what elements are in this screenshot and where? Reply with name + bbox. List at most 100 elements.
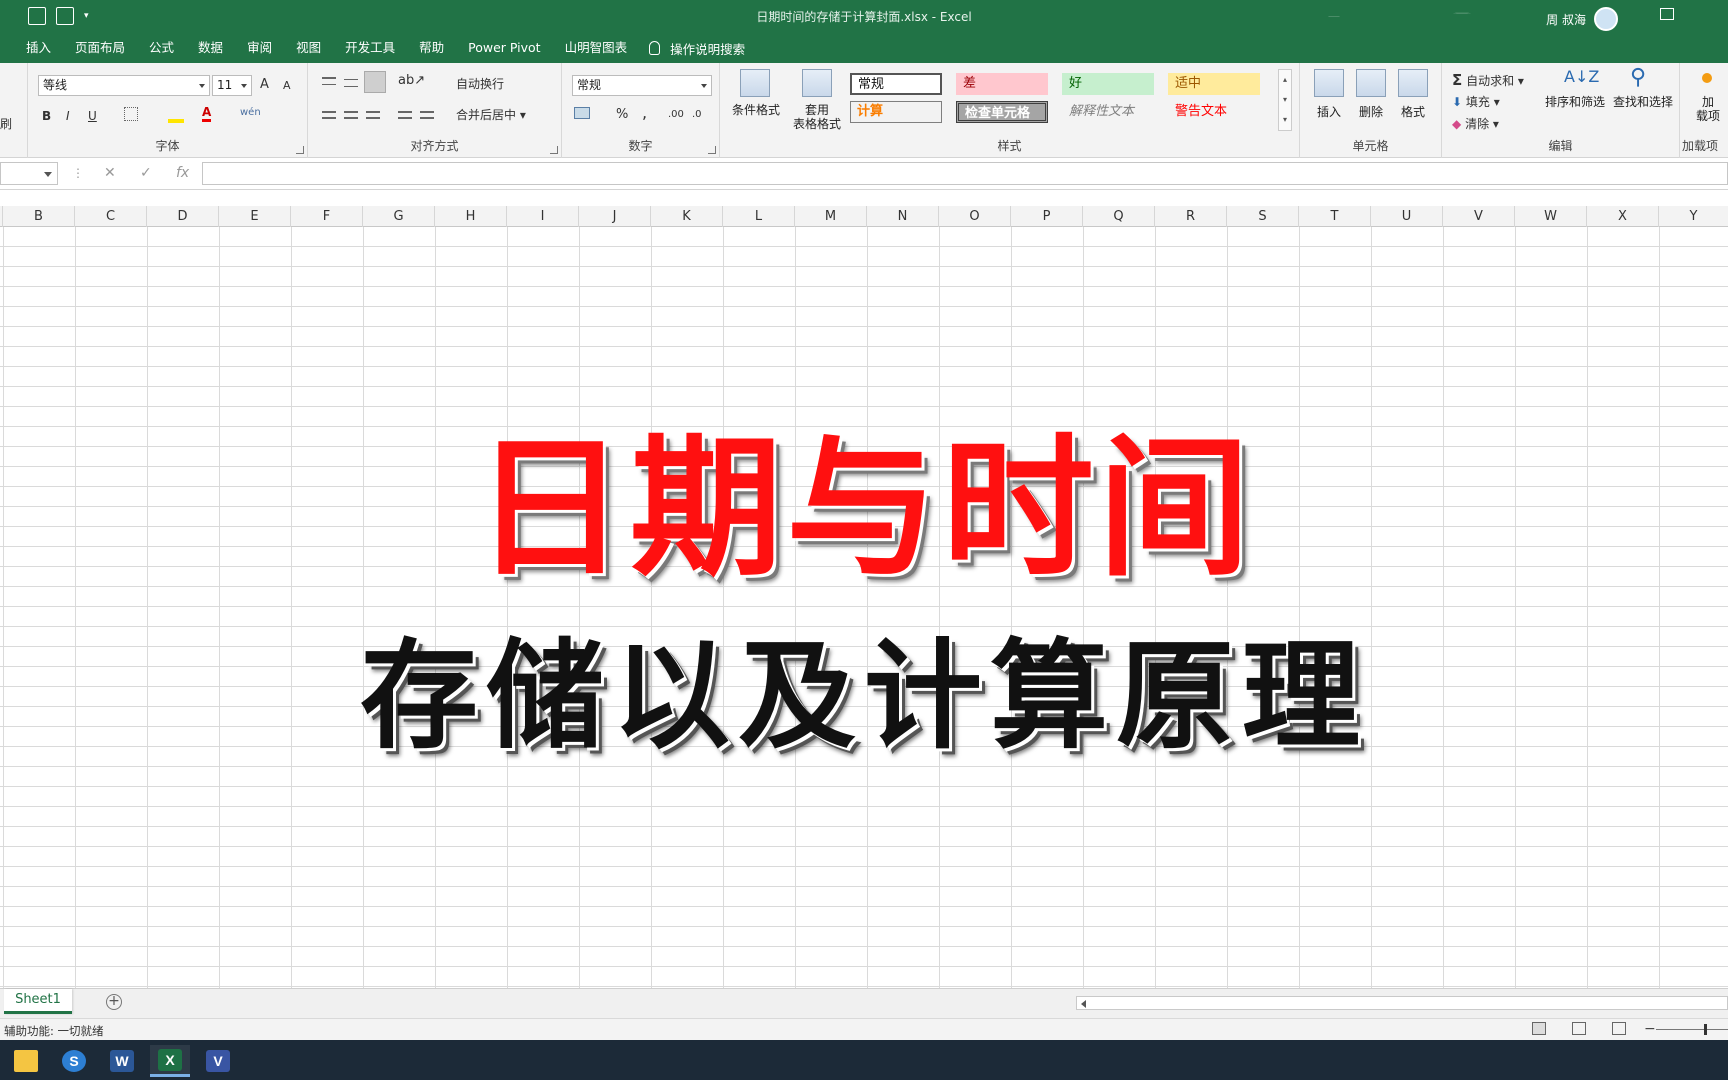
- align-left-icon[interactable]: [322, 107, 336, 119]
- tab-power-pivot[interactable]: Power Pivot: [456, 33, 552, 63]
- top-align-icon[interactable]: [322, 77, 336, 85]
- tab-developer[interactable]: 开发工具: [333, 33, 407, 63]
- confirm-entry-button[interactable]: ✓: [140, 165, 152, 181]
- ribbon-display-options-icon[interactable]: [1660, 8, 1674, 20]
- taskbar-visio[interactable]: V: [198, 1045, 238, 1077]
- tab-formulas[interactable]: 公式: [137, 33, 186, 63]
- taskbar-word[interactable]: W: [102, 1045, 142, 1077]
- normal-view-icon[interactable]: [1532, 1022, 1546, 1035]
- style-neutral[interactable]: 适中: [1168, 73, 1260, 95]
- column-header-u[interactable]: U: [1371, 206, 1443, 227]
- column-header-t[interactable]: T: [1299, 206, 1371, 227]
- column-header-g[interactable]: G: [363, 206, 435, 227]
- tab-insert[interactable]: 插入: [14, 33, 63, 63]
- column-header-o[interactable]: O: [939, 206, 1011, 227]
- find-select-icon[interactable]: ⚲: [1630, 65, 1646, 90]
- addins-button[interactable]: 加载项: [1688, 95, 1728, 123]
- format-as-table-icon[interactable]: [802, 69, 832, 97]
- insert-cells-icon[interactable]: [1314, 69, 1344, 97]
- column-header-v[interactable]: V: [1443, 206, 1515, 227]
- taskbar-sogou[interactable]: S: [54, 1045, 94, 1077]
- style-explanatory[interactable]: 解释性文本: [1062, 101, 1154, 123]
- grow-font-button[interactable]: A: [260, 77, 269, 92]
- alignment-dialog-launcher-icon[interactable]: [550, 146, 558, 154]
- column-header-f[interactable]: F: [291, 206, 363, 227]
- shrink-font-button[interactable]: A: [283, 79, 291, 92]
- font-name-combo[interactable]: 等线: [38, 75, 210, 96]
- taskbar-file-explorer[interactable]: [6, 1045, 46, 1077]
- conditional-format-icon[interactable]: [740, 69, 770, 97]
- style-normal[interactable]: 常规: [850, 73, 942, 95]
- font-color-icon[interactable]: A: [202, 105, 212, 122]
- addins-icon[interactable]: [1702, 73, 1712, 83]
- tell-me-search[interactable]: 操作说明搜索: [649, 39, 745, 58]
- conditional-format-button[interactable]: 条件格式: [726, 103, 786, 117]
- border-icon[interactable]: [124, 107, 138, 121]
- column-header-k[interactable]: K: [651, 206, 723, 227]
- style-calculation[interactable]: 计算: [850, 101, 942, 123]
- insert-function-button[interactable]: fx: [176, 165, 189, 181]
- page-break-view-icon[interactable]: [1612, 1022, 1626, 1035]
- taskbar-excel[interactable]: X: [150, 1045, 190, 1077]
- column-header-x[interactable]: X: [1587, 206, 1659, 227]
- style-check-cell[interactable]: 检查单元格: [956, 101, 1048, 123]
- format-as-table-button[interactable]: 套用 表格格式: [782, 103, 852, 131]
- tab-help[interactable]: 帮助: [407, 33, 456, 63]
- sheet-tab-sheet1[interactable]: Sheet1: [4, 989, 72, 1014]
- column-header-m[interactable]: M: [795, 206, 867, 227]
- column-header-c[interactable]: C: [75, 206, 147, 227]
- column-header-j[interactable]: J: [579, 206, 651, 227]
- cancel-entry-button[interactable]: ✕: [104, 165, 116, 181]
- percent-style-button[interactable]: %: [616, 107, 628, 122]
- fill-color-icon[interactable]: [168, 107, 184, 123]
- fill-button[interactable]: ⬇ 填充 ▾: [1452, 93, 1500, 110]
- name-box[interactable]: [0, 162, 58, 185]
- column-header-i[interactable]: I: [507, 206, 579, 227]
- decrease-decimal-button[interactable]: .0: [692, 109, 702, 120]
- sort-filter-icon[interactable]: A↓Z: [1564, 67, 1599, 86]
- column-header-l[interactable]: L: [723, 206, 795, 227]
- autosum-button[interactable]: Σ 自动求和 ▾: [1452, 71, 1524, 89]
- tab-shanming-charts[interactable]: 山明智图表: [553, 33, 640, 63]
- font-size-combo[interactable]: 11: [212, 75, 252, 96]
- horizontal-scrollbar[interactable]: [1076, 996, 1728, 1010]
- column-header-d[interactable]: D: [147, 206, 219, 227]
- align-center-icon[interactable]: [344, 107, 358, 119]
- style-good[interactable]: 好: [1062, 73, 1154, 95]
- italic-button[interactable]: I: [66, 109, 70, 123]
- increase-indent-icon[interactable]: [420, 107, 436, 119]
- style-bad[interactable]: 差: [956, 73, 1048, 95]
- decrease-indent-icon[interactable]: [398, 107, 414, 119]
- avatar[interactable]: [1594, 7, 1618, 31]
- scroll-left-icon[interactable]: [1081, 1000, 1086, 1008]
- orientation-icon[interactable]: ab↗: [398, 73, 425, 88]
- formula-input[interactable]: [202, 162, 1728, 185]
- column-header-r[interactable]: R: [1155, 206, 1227, 227]
- merge-center-button[interactable]: 合并后居中 ▾: [456, 106, 526, 123]
- middle-align-icon[interactable]: [344, 79, 358, 87]
- column-header-s[interactable]: S: [1227, 206, 1299, 227]
- clear-button[interactable]: ◆ 清除 ▾: [1452, 115, 1499, 132]
- new-sheet-button[interactable]: +: [106, 994, 122, 1010]
- sort-filter-button[interactable]: 排序和筛选: [1540, 95, 1610, 109]
- tab-page-layout[interactable]: 页面布局: [63, 33, 137, 63]
- column-header-b[interactable]: B: [3, 206, 75, 227]
- tab-view[interactable]: 视图: [284, 33, 333, 63]
- comma-style-button[interactable]: ,: [642, 103, 647, 122]
- align-right-icon[interactable]: [366, 107, 380, 119]
- underline-button[interactable]: U: [88, 109, 97, 123]
- column-header-y[interactable]: Y: [1659, 206, 1728, 227]
- format-painter-button[interactable]: 刷: [0, 115, 12, 132]
- formula-bar-resize-handle[interactable]: ⋮: [72, 166, 84, 180]
- zoom-slider[interactable]: [1656, 1029, 1728, 1030]
- find-select-button[interactable]: 查找和选择: [1608, 95, 1678, 109]
- number-dialog-launcher-icon[interactable]: [708, 146, 716, 154]
- column-header-p[interactable]: P: [1011, 206, 1083, 227]
- insert-cells-button[interactable]: 插入: [1308, 105, 1350, 119]
- accounting-format-icon[interactable]: [574, 107, 590, 119]
- tab-data[interactable]: 数据: [186, 33, 235, 63]
- column-header-n[interactable]: N: [867, 206, 939, 227]
- column-header-e[interactable]: E: [219, 206, 291, 227]
- wrap-text-button[interactable]: 自动换行: [456, 75, 504, 92]
- zoom-out-button[interactable]: −: [1644, 1021, 1656, 1037]
